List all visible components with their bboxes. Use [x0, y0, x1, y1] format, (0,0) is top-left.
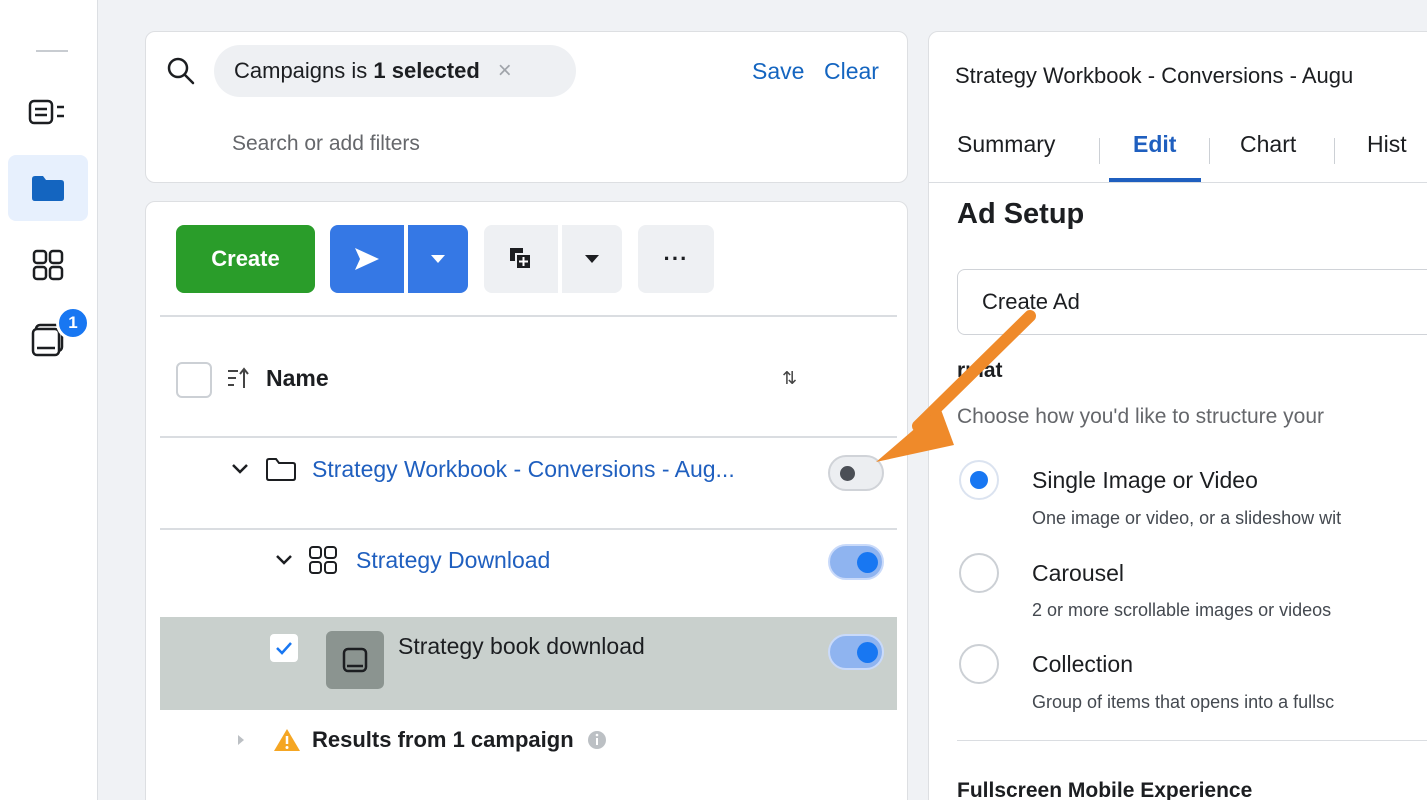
grid-icon[interactable] — [8, 232, 88, 298]
option-description: 2 or more scrollable images or videos — [1032, 600, 1332, 620]
option-title[interactable]: Collection — [1032, 651, 1133, 678]
ads-manager-icon[interactable] — [8, 80, 88, 146]
campaign-name-link[interactable]: Strategy Workbook - Conversions - Aug... — [312, 456, 735, 483]
results-label: Results from 1 campaign — [312, 727, 574, 752]
notification-badge: 1 — [56, 306, 90, 340]
tab-bar-border — [929, 182, 1427, 183]
divider — [160, 315, 897, 317]
tab-history[interactable]: Hist — [1367, 131, 1407, 158]
ad-name[interactable]: Strategy book download — [398, 633, 645, 660]
toggle-knob — [857, 552, 878, 573]
ad-thumbnail — [326, 631, 384, 689]
ad-toggle[interactable] — [828, 634, 884, 670]
chevron-down-icon — [431, 255, 445, 263]
chevron-down-icon — [585, 255, 599, 263]
duplicate-button[interactable] — [484, 225, 558, 293]
format-hint: Choose how you'd like to structure your — [957, 405, 1325, 428]
option-description: One image or video, or a slideshow wit — [1032, 508, 1342, 528]
filter-chip-prefix: Campaigns is — [234, 58, 374, 83]
duplicate-dropdown-button[interactable] — [562, 225, 622, 293]
publish-button[interactable] — [330, 225, 404, 293]
select-all-checkbox[interactable] — [176, 362, 212, 398]
option-description: Group of items that opens into a fullsc — [1032, 692, 1335, 712]
create-ad-select[interactable]: Create Ad — [957, 269, 1427, 335]
left-rail: 1 — [0, 0, 98, 800]
campaign-table-panel: Create ··· Name ⇅ Strategy Workbook - Co… — [145, 201, 908, 800]
send-icon — [355, 248, 379, 270]
adset-name-link[interactable]: Strategy Download — [356, 547, 550, 574]
tab-chart[interactable]: Chart — [1240, 131, 1296, 158]
panel-title: Strategy Workbook - Conversions - Augu — [955, 63, 1354, 88]
rail-divider — [36, 50, 68, 52]
adset-grid-icon — [308, 545, 338, 580]
ad-editor-panel: Strategy Workbook - Conversions - Augu S… — [928, 31, 1427, 800]
checkmark-icon — [276, 642, 292, 655]
search-input[interactable]: Search or add filters — [232, 132, 420, 156]
option-title[interactable]: Carousel — [1032, 560, 1124, 587]
sort-ascending-icon[interactable] — [226, 366, 250, 397]
filter-chip[interactable]: Campaigns is 1 selected × — [214, 45, 576, 97]
chevron-right-icon[interactable] — [236, 733, 246, 752]
toggle-knob — [840, 466, 855, 481]
clear-filter-link[interactable]: Clear — [824, 58, 879, 85]
toggle-knob — [857, 642, 878, 663]
adset-toggle[interactable] — [828, 544, 884, 580]
table-row-selected[interactable] — [160, 617, 897, 710]
ad-row-checkbox[interactable] — [268, 632, 300, 664]
close-icon[interactable]: × — [498, 57, 512, 85]
save-filter-link[interactable]: Save — [752, 58, 804, 85]
campaign-toggle[interactable] — [828, 455, 884, 491]
tab-separator — [1209, 138, 1210, 164]
format-label: rmat — [957, 359, 1003, 382]
chevron-down-icon[interactable] — [230, 462, 250, 481]
filter-bar: Campaigns is 1 selected × Save Clear Sea… — [145, 31, 908, 183]
publish-dropdown-button[interactable] — [408, 225, 468, 293]
search-icon — [166, 56, 196, 91]
tab-summary[interactable]: Summary — [957, 131, 1055, 158]
section-title: Ad Setup — [957, 198, 1085, 230]
more-actions-button[interactable]: ··· — [638, 225, 714, 293]
duplicate-icon — [510, 248, 532, 270]
info-icon[interactable] — [586, 729, 608, 751]
folder-icon[interactable] — [8, 155, 88, 221]
results-summary: Results from 1 campaign — [272, 727, 608, 753]
divider — [957, 740, 1427, 741]
fullscreen-section-title: Fullscreen Mobile Experience — [957, 779, 1253, 800]
radio-carousel[interactable] — [959, 553, 999, 593]
tab-separator — [1334, 138, 1335, 164]
divider — [160, 528, 897, 530]
warning-icon — [274, 729, 300, 751]
chevron-down-icon[interactable] — [274, 553, 294, 572]
tab-separator — [1099, 138, 1100, 164]
campaign-folder-icon — [265, 456, 297, 487]
filter-chip-value: 1 selected — [373, 58, 480, 83]
radio-collection[interactable] — [959, 644, 999, 684]
option-title[interactable]: Single Image or Video — [1032, 467, 1258, 494]
create-button[interactable]: Create — [176, 225, 315, 293]
divider — [160, 436, 897, 438]
tab-edit[interactable]: Edit — [1133, 131, 1176, 158]
sort-toggle-icon[interactable]: ⇅ — [782, 368, 797, 389]
column-header-name[interactable]: Name — [266, 365, 329, 392]
radio-single-image[interactable] — [959, 460, 999, 500]
ad-creative-icon — [342, 647, 368, 673]
